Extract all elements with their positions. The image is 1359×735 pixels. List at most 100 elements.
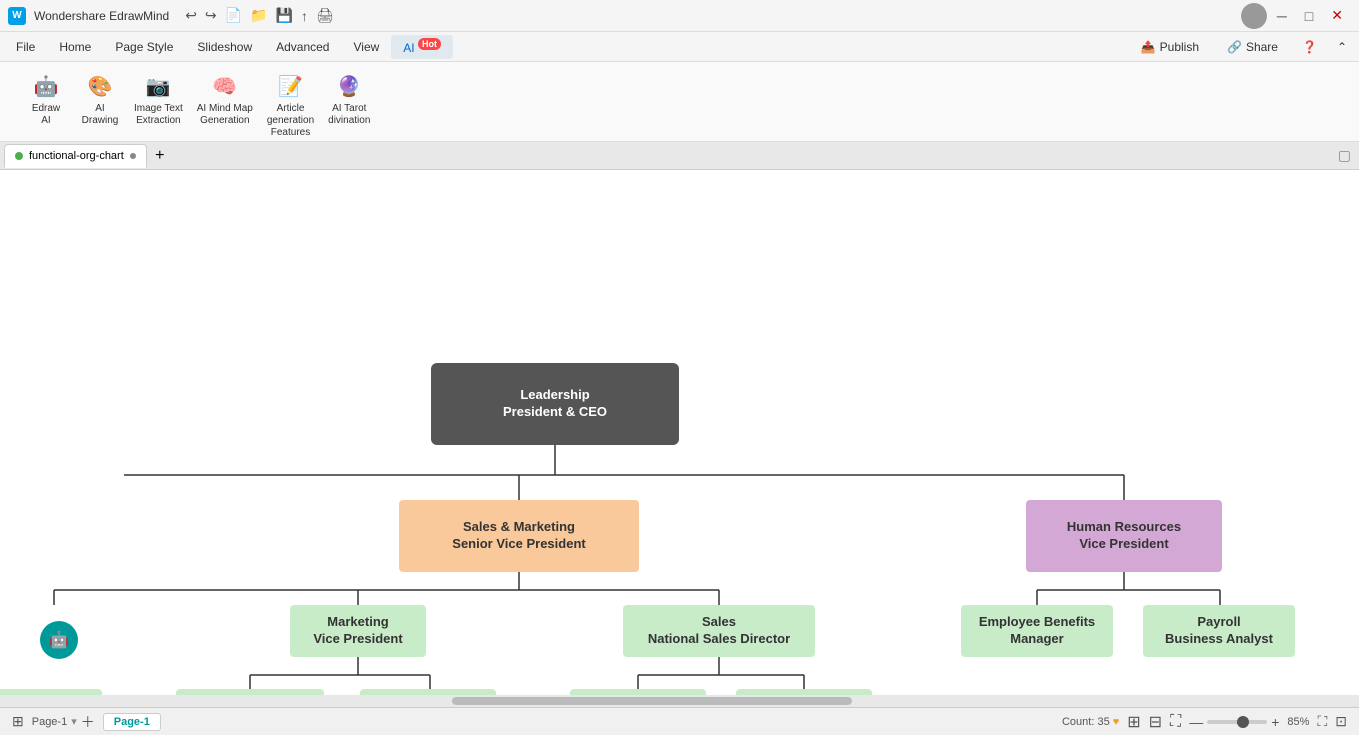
fullscreen-button[interactable]: ⛶ (1317, 713, 1327, 730)
emp-benefits-title: Employee Benefits (979, 614, 1095, 631)
status-bar: ⊞ Page-1 ▾ ＋ Page-1 Count: 35 ♥ ⊞ ⊟ ⛶ — … (0, 707, 1359, 735)
app-logo: W (8, 7, 26, 25)
page-nav: Page-1 ▾ ＋ (32, 712, 95, 732)
payroll-node[interactable]: Payroll Business Analyst (1143, 605, 1295, 657)
ai-mind-map-label: AI Mind MapGeneration (197, 103, 253, 127)
toolbar: 🤖 EdrawAI 🎨 AIDrawing 📷 Image TextExtrac… (0, 62, 1359, 142)
ai-tarot-label: AI Tarotdivination (328, 103, 370, 127)
hot-badge: Hot (418, 38, 441, 50)
menu-file[interactable]: File (4, 36, 47, 58)
page-dropdown-icon[interactable]: ▾ (71, 715, 77, 728)
minimize-button[interactable]: ─ (1269, 6, 1295, 26)
share-button[interactable]: 🔗 Share (1215, 37, 1290, 57)
ceo-subtitle: President & CEO (503, 404, 607, 421)
scrollbar-thumb[interactable] (452, 697, 852, 705)
payroll-subtitle: Business Analyst (1165, 631, 1273, 648)
payroll-title: Payroll (1165, 614, 1273, 631)
menu-home[interactable]: Home (47, 36, 103, 58)
toolbar-tools: 🤖 EdrawAI 🎨 AIDrawing 📷 Image TextExtrac… (0, 62, 1359, 143)
menu-ai[interactable]: AI Hot (391, 35, 453, 59)
ai-mind-map-icon: 🧠 (211, 72, 239, 100)
print-icon[interactable]: 🖨 (316, 7, 334, 24)
page-add-button[interactable]: ＋ (81, 712, 95, 732)
marketing-node[interactable]: Marketing Vice President (290, 605, 426, 657)
ai-tarot-button[interactable]: 🔮 AI Tarotdivination (322, 68, 376, 131)
heart-icon: ♥ (1113, 716, 1120, 728)
user-avatar[interactable] (1241, 3, 1267, 29)
zoom-slider[interactable] (1207, 720, 1267, 724)
image-text-extraction-button[interactable]: 📷 Image TextExtraction (128, 68, 189, 131)
ceo-node[interactable]: Leadership President & CEO (431, 363, 679, 445)
contract-button[interactable]: ⊡ (1335, 713, 1347, 730)
tab-bar-right: ▢ (1330, 147, 1359, 165)
publish-icon: 📤 (1141, 40, 1156, 54)
ai-drawing-label: AIDrawing (82, 103, 119, 127)
open-file-icon[interactable]: 📁 (250, 7, 267, 24)
horizontal-scrollbar[interactable] (0, 695, 1359, 707)
image-text-icon: 📷 (144, 72, 172, 100)
article-gen-label: ArticlegenerationFeatures (267, 103, 314, 139)
menu-bar: File Home Page Style Slideshow Advanced … (0, 32, 1359, 62)
status-bar-left: ⊞ Page-1 ▾ ＋ Page-1 (12, 712, 161, 732)
fit-page-icon[interactable]: ⊞ (12, 713, 24, 730)
ai-mind-map-button[interactable]: 🧠 AI Mind MapGeneration (191, 68, 259, 131)
ai-label: AI (403, 41, 414, 55)
marketing-title: Marketing (313, 614, 402, 631)
expand-panel-icon[interactable]: ▢ (1330, 147, 1359, 163)
hr-title: Human Resources (1067, 519, 1181, 536)
zoom-in-button[interactable]: + (1271, 714, 1279, 730)
fit-screen-icon[interactable]: ⛶ (1170, 713, 1181, 731)
view-normal-icon[interactable]: ⊞ (1127, 712, 1140, 732)
share-label: Share (1246, 40, 1278, 54)
emp-benefits-subtitle: Manager (979, 631, 1095, 648)
zoom-thumb (1237, 716, 1249, 728)
sales-subtitle: Senior Vice President (452, 536, 585, 553)
hr-node[interactable]: Human Resources Vice President (1026, 500, 1222, 572)
article-gen-icon: 📝 (277, 72, 305, 100)
publish-button[interactable]: 📤 Publish (1129, 37, 1211, 57)
ai-drawing-button[interactable]: 🎨 AIDrawing (74, 68, 126, 131)
new-file-icon[interactable]: 📄 (225, 7, 242, 24)
menu-view[interactable]: View (341, 36, 391, 58)
sales-dir-title: Sales (648, 614, 790, 631)
close-button[interactable]: ✕ (1323, 5, 1351, 26)
save-icon[interactable]: 💾 (276, 7, 293, 24)
collapse-ribbon-button[interactable]: ⌃ (1329, 37, 1355, 57)
active-page-tab[interactable]: Page-1 (103, 713, 161, 731)
tab-functional-org-chart[interactable]: functional-org-chart (4, 144, 147, 168)
tab-dot (15, 152, 23, 160)
tab-bar: functional-org-chart + ▢ (0, 142, 1359, 170)
menu-slideshow[interactable]: Slideshow (185, 36, 264, 58)
count-label: Count: 35 (1062, 716, 1110, 728)
sales-director-node[interactable]: Sales National Sales Director (623, 605, 815, 657)
redo-icon[interactable]: ↪ (205, 7, 217, 24)
ai-drawing-icon: 🎨 (86, 72, 114, 100)
edraw-ai-button[interactable]: 🤖 EdrawAI (20, 68, 72, 131)
tab-modified-dot (130, 153, 136, 159)
window-controls: ─ □ ✕ (1241, 3, 1351, 29)
sales-dir-subtitle: National Sales Director (648, 631, 790, 648)
publish-label: Publish (1160, 40, 1199, 54)
zoom-controls: — + (1189, 714, 1279, 730)
view-grid-icon[interactable]: ⊟ (1149, 712, 1162, 732)
status-bar-right: Count: 35 ♥ ⊞ ⊟ ⛶ — + 85% ⛶ ⊡ (1062, 712, 1347, 732)
ai-assistant-button[interactable]: 🤖 (40, 621, 78, 659)
canvas-area[interactable]: Leadership President & CEO Sales & Marke… (0, 170, 1359, 707)
help-button[interactable]: ❓ (1294, 37, 1325, 57)
undo-icon[interactable]: ↩ (185, 7, 197, 24)
menu-advanced[interactable]: Advanced (264, 36, 341, 58)
tab-label: functional-org-chart (29, 150, 124, 162)
marketing-subtitle: Vice President (313, 631, 402, 648)
article-generation-button[interactable]: 📝 ArticlegenerationFeatures (261, 68, 320, 143)
zoom-level: 85% (1287, 716, 1309, 728)
maximize-button[interactable]: □ (1297, 6, 1321, 26)
edraw-ai-icon: 🤖 (32, 72, 60, 100)
emp-benefits-node[interactable]: Employee Benefits Manager (961, 605, 1113, 657)
menu-page-style[interactable]: Page Style (103, 36, 185, 58)
title-bar-left: W Wondershare EdrawMind ↩ ↪ 📄 📁 💾 ↑ 🖨 (8, 7, 334, 25)
zoom-out-button[interactable]: — (1189, 714, 1203, 730)
export-icon[interactable]: ↑ (301, 8, 308, 24)
sales-node[interactable]: Sales & Marketing Senior Vice President (399, 500, 639, 572)
app-name: Wondershare EdrawMind (34, 9, 169, 23)
tab-add-button[interactable]: + (149, 145, 171, 167)
